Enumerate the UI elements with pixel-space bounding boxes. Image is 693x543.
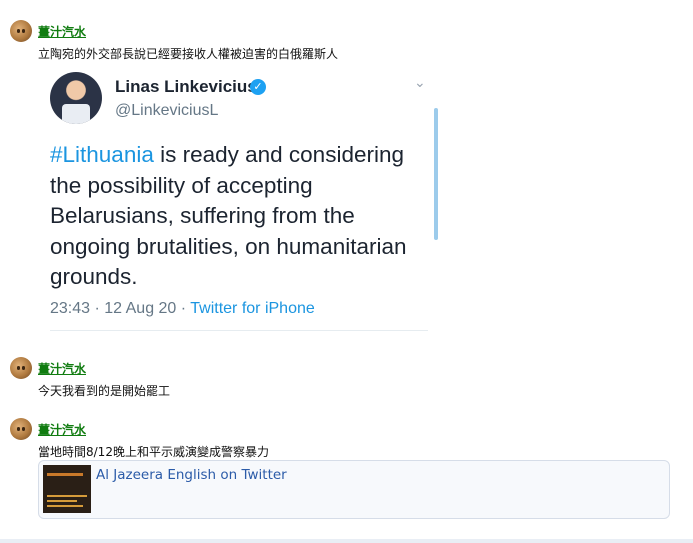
tweet-timestamp: 23:43 · 12 Aug 20 ·	[50, 300, 191, 317]
link-preview-card[interactable]: Al Jazeera English on Twitter	[38, 460, 670, 519]
link-title[interactable]: Al Jazeera English on Twitter	[96, 467, 287, 483]
chevron-down-icon: ⌄	[414, 75, 426, 91]
post-message: 今天我看到的是開始罷工	[38, 384, 171, 398]
username-link[interactable]: 薑汁汽水	[38, 23, 86, 40]
verified-badge-icon: ✓	[250, 79, 266, 95]
tweet-meta: 23:43 · 12 Aug 20 · Twitter for iPhone	[50, 300, 315, 318]
tweet-author-avatar	[50, 72, 102, 124]
avatar[interactable]	[10, 418, 32, 440]
avatar[interactable]	[10, 20, 32, 42]
username-link[interactable]: 薑汁汽水	[38, 360, 86, 377]
scrollbar-indicator	[434, 108, 438, 240]
embedded-tweet-image: Linas Linkevicius ✓ @LinkeviciusL ⌄ #Lit…	[38, 60, 440, 338]
username-link[interactable]: 薑汁汽水	[38, 421, 86, 438]
avatar[interactable]	[10, 357, 32, 379]
tweet-divider	[50, 330, 428, 331]
link-thumbnail[interactable]	[43, 465, 91, 513]
divider	[0, 539, 693, 543]
tweet-source: Twitter for iPhone	[190, 300, 315, 317]
post-message: 當地時間8/12晚上和平示威演變成警察暴力	[38, 445, 269, 459]
tweet-text: #Lithuania is ready and considering the …	[50, 140, 430, 293]
tweet-author-name: Linas Linkevicius	[115, 77, 257, 96]
tweet-hashtag: #Lithuania	[50, 142, 154, 167]
tweet-author-handle: @LinkeviciusL	[115, 102, 219, 119]
